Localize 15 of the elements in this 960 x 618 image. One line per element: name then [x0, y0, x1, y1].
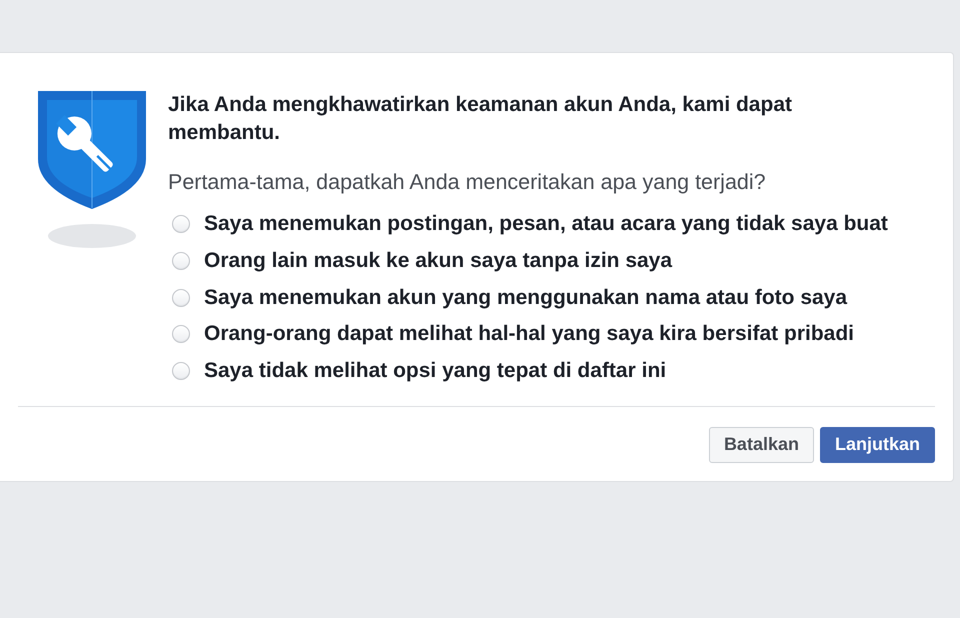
option-label[interactable]: Orang-orang dapat melihat hal-hal yang saya kira bersifat pribadi — [204, 322, 854, 346]
radio-button[interactable] — [172, 288, 190, 307]
continue-button[interactable]: Lanjutkan — [820, 426, 935, 463]
shield-wrench-icon — [38, 91, 146, 209]
dialog-heading: Jika Anda mengkhawatirkan keamanan akun Anda, kami dapat membantu. — [168, 92, 793, 146]
cancel-button[interactable]: Batalkan — [708, 426, 814, 463]
radio-button[interactable] — [172, 362, 190, 380]
radio-button[interactable] — [172, 214, 190, 233]
option-label[interactable]: Saya tidak melihat opsi yang tepat di daftar ini — [204, 359, 666, 384]
radio-button[interactable] — [172, 252, 190, 270]
option-label[interactable]: Saya menemukan akun yang menggunakan nama atau foto saya — [204, 286, 848, 310]
option-label[interactable]: Saya menemukan postingan, pesan, atau acara yang tidak saya buat — [204, 212, 888, 236]
radio-button[interactable] — [172, 325, 190, 344]
option-label[interactable]: Orang lain masuk ke akun saya tanpa izin saya — [204, 248, 672, 273]
dialog-question: Pertama-tama, dapatkah Anda menceritakan apa yang terjadi? — [168, 169, 767, 196]
